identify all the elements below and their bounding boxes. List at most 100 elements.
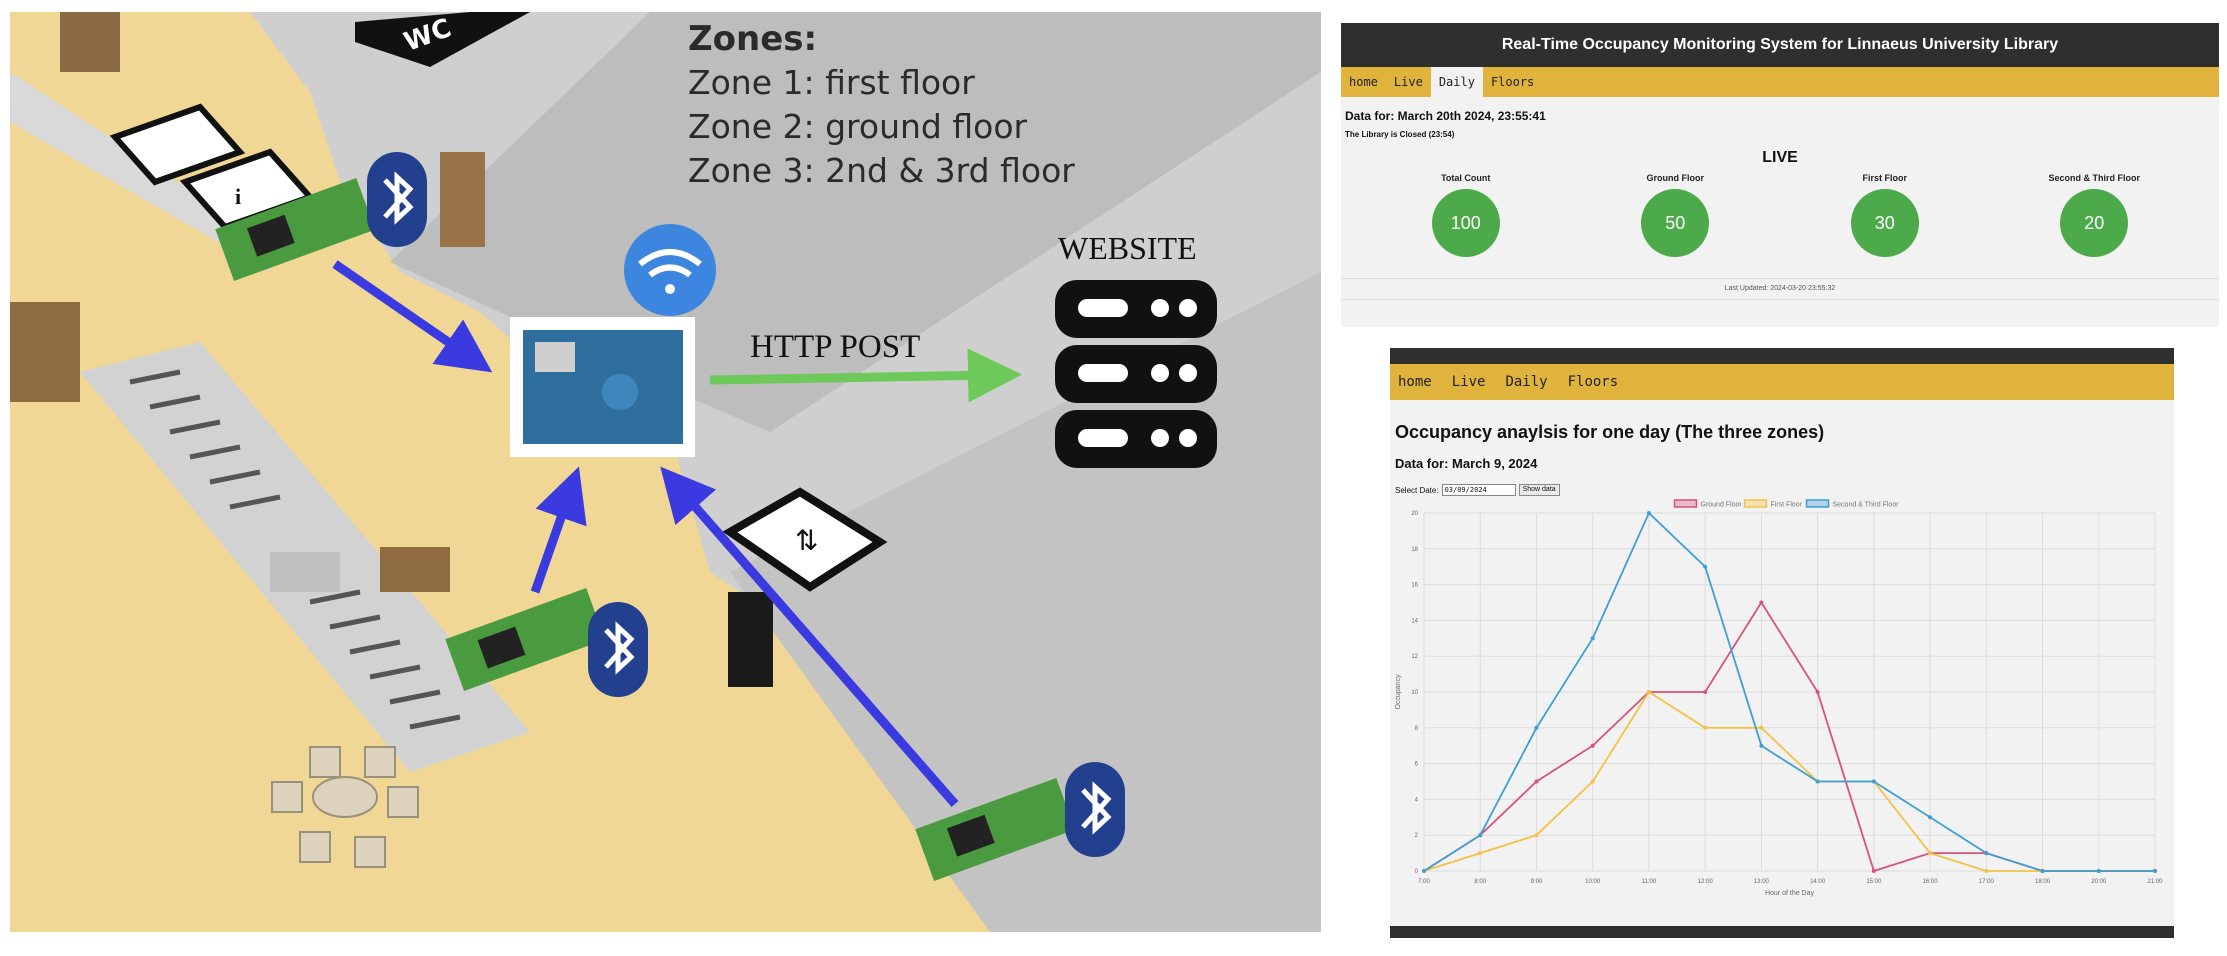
y-tick-label: 6 xyxy=(1415,762,1419,768)
date-selector: Select Date: 03/09/2024 Show data xyxy=(1395,484,2174,496)
data-point xyxy=(1534,725,1539,730)
count-card-ground-floor: Ground Floor 50 xyxy=(1610,173,1740,257)
door xyxy=(380,547,450,592)
count-card-second-third-floor: Second & Third Floor 20 xyxy=(2029,173,2159,257)
x-tick-label: 13:00 xyxy=(1754,879,1770,885)
svg-text:i: i xyxy=(235,184,241,209)
x-tick-label: 12:00 xyxy=(1698,879,1714,885)
count-value: 100 xyxy=(1431,189,1500,257)
chart-legend: Ground Floor First Floor Second & Third Fl… xyxy=(1673,499,1900,509)
page-title: Occupancy anaylsis for one day (The thre… xyxy=(1395,422,1825,442)
zone-1-label: Zone 1: first floor xyxy=(688,63,975,102)
y-tick-label: 20 xyxy=(1411,511,1418,517)
x-tick-label: 20:00 xyxy=(2091,879,2107,885)
data-point xyxy=(1871,779,1876,784)
legend-label: Ground Floor xyxy=(1701,502,1743,509)
date-input[interactable]: 03/09/2024 xyxy=(1441,484,1516,496)
count-card-first-floor: First Floor 30 xyxy=(1820,173,1950,257)
x-tick-label: 18:00 xyxy=(2035,879,2051,885)
elevator-door xyxy=(728,592,773,687)
legend-swatch xyxy=(1743,499,1768,508)
data-point xyxy=(1815,779,1820,784)
svg-text:⇅: ⇅ xyxy=(795,524,818,557)
http-post-label: HTTP POST xyxy=(750,329,920,365)
bluetooth-icon xyxy=(1065,762,1125,857)
data-point xyxy=(1759,743,1764,748)
data-point xyxy=(1478,851,1483,856)
x-tick-label: 14:00 xyxy=(1810,879,1826,885)
header-bar xyxy=(1390,348,2174,364)
data-point xyxy=(1759,725,1764,730)
data-point xyxy=(1534,833,1539,838)
data-date: Data for: March 9, 2024 xyxy=(1395,456,1538,471)
legend-swatch xyxy=(1805,499,1830,508)
series-first-floor xyxy=(1422,690,2157,873)
y-tick-label: 14 xyxy=(1411,618,1418,624)
http-post-arrow xyxy=(709,348,1022,403)
x-tick-label: 7:00 xyxy=(1418,879,1430,885)
live-occupancy-panel: Real-Time Occupancy Monitoring System fo… xyxy=(1341,23,2219,327)
y-tick-label: 18 xyxy=(1411,547,1418,553)
data-point xyxy=(1534,779,1539,784)
door xyxy=(440,152,485,247)
server-icon xyxy=(1055,280,1217,468)
data-point xyxy=(1871,869,1876,873)
nav-home[interactable]: home xyxy=(1390,364,1442,400)
nav-live[interactable]: Live xyxy=(1386,67,1431,97)
x-tick-label: 11:00 xyxy=(1642,879,1657,885)
zone-2-label: Zone 2: ground floor xyxy=(688,107,1028,146)
door xyxy=(60,12,120,72)
nav-daily[interactable]: Daily xyxy=(1495,364,1557,400)
data-point xyxy=(1703,564,1708,569)
main-nav: home Live Daily Floors xyxy=(1341,67,2219,97)
data-point xyxy=(2040,869,2045,873)
count-label: First Floor xyxy=(1862,173,1908,183)
data-point xyxy=(1590,636,1595,641)
count-card-total: Total Count 100 xyxy=(1401,173,1531,257)
x-tick-label: 8:00 xyxy=(1474,879,1486,885)
footer-bar xyxy=(1390,926,2174,938)
nav-daily[interactable]: Daily xyxy=(1430,67,1483,97)
chart-grid xyxy=(1423,512,2156,872)
app-header: Real-Time Occupancy Monitoring System fo… xyxy=(1341,23,2219,67)
data-point xyxy=(2096,869,2101,873)
data-point xyxy=(1646,511,1651,515)
zones-title: Zones: xyxy=(688,19,817,59)
y-tick-label: 0 xyxy=(1415,869,1419,875)
data-point xyxy=(1984,869,1989,873)
x-tick-label: 16:00 xyxy=(1923,879,1939,885)
data-point xyxy=(1590,743,1595,748)
data-point xyxy=(1646,690,1651,694)
nav-floors[interactable]: Floors xyxy=(1483,67,1542,97)
legend-label: Second & Third Floor xyxy=(1833,502,1900,509)
y-tick-label: 8 xyxy=(1415,726,1419,732)
legend-label: First Floor xyxy=(1771,502,1803,509)
bluetooth-icon xyxy=(588,602,648,697)
nav-floors[interactable]: Floors xyxy=(1558,364,1629,400)
y-tick-label: 16 xyxy=(1411,583,1418,589)
occupancy-counts: Total Count 100 Ground Floor 50 First Fl… xyxy=(1341,173,2219,257)
x-tick-label: 9:00 xyxy=(1531,879,1543,885)
last-updated: Last Updated: 2024-03-20 23:55:32 xyxy=(1341,278,2219,300)
nav-home[interactable]: home xyxy=(1341,67,1386,97)
floorplan-scene: WC i ⇅ Zones: Zone 1: first floor Zone 2… xyxy=(10,12,1321,932)
series-line xyxy=(1423,600,2155,873)
data-point xyxy=(1590,779,1595,784)
system-architecture-illustration: WC i ⇅ Zones: Zone 1: first floor Zone 2… xyxy=(10,12,1321,932)
data-point xyxy=(1703,690,1708,694)
nav-live[interactable]: Live xyxy=(1442,364,1496,400)
x-tick-label: 10:00 xyxy=(1585,879,1601,885)
stair-landing xyxy=(270,552,340,592)
count-label: Total Count xyxy=(1441,173,1491,183)
count-value: 20 xyxy=(2060,189,2129,257)
bluetooth-icon xyxy=(367,152,427,247)
door xyxy=(10,302,80,402)
daily-analysis-panel: home Live Daily Floors Occupancy anaylsi… xyxy=(1390,348,2174,938)
y-tick-label: 10 xyxy=(1411,690,1418,696)
data-point xyxy=(1928,815,1933,820)
select-date-label: Select Date: xyxy=(1395,485,1439,495)
data-point xyxy=(1422,869,1426,873)
show-data-button[interactable]: Show data xyxy=(1518,484,1560,496)
occupancy-line-chart: 0 2 4 6 8 10 12 14 16 18 20 7:00 8:00 9:00 10:00 11:00 1… xyxy=(1395,499,2163,897)
y-tick-label: 12 xyxy=(1411,654,1418,660)
